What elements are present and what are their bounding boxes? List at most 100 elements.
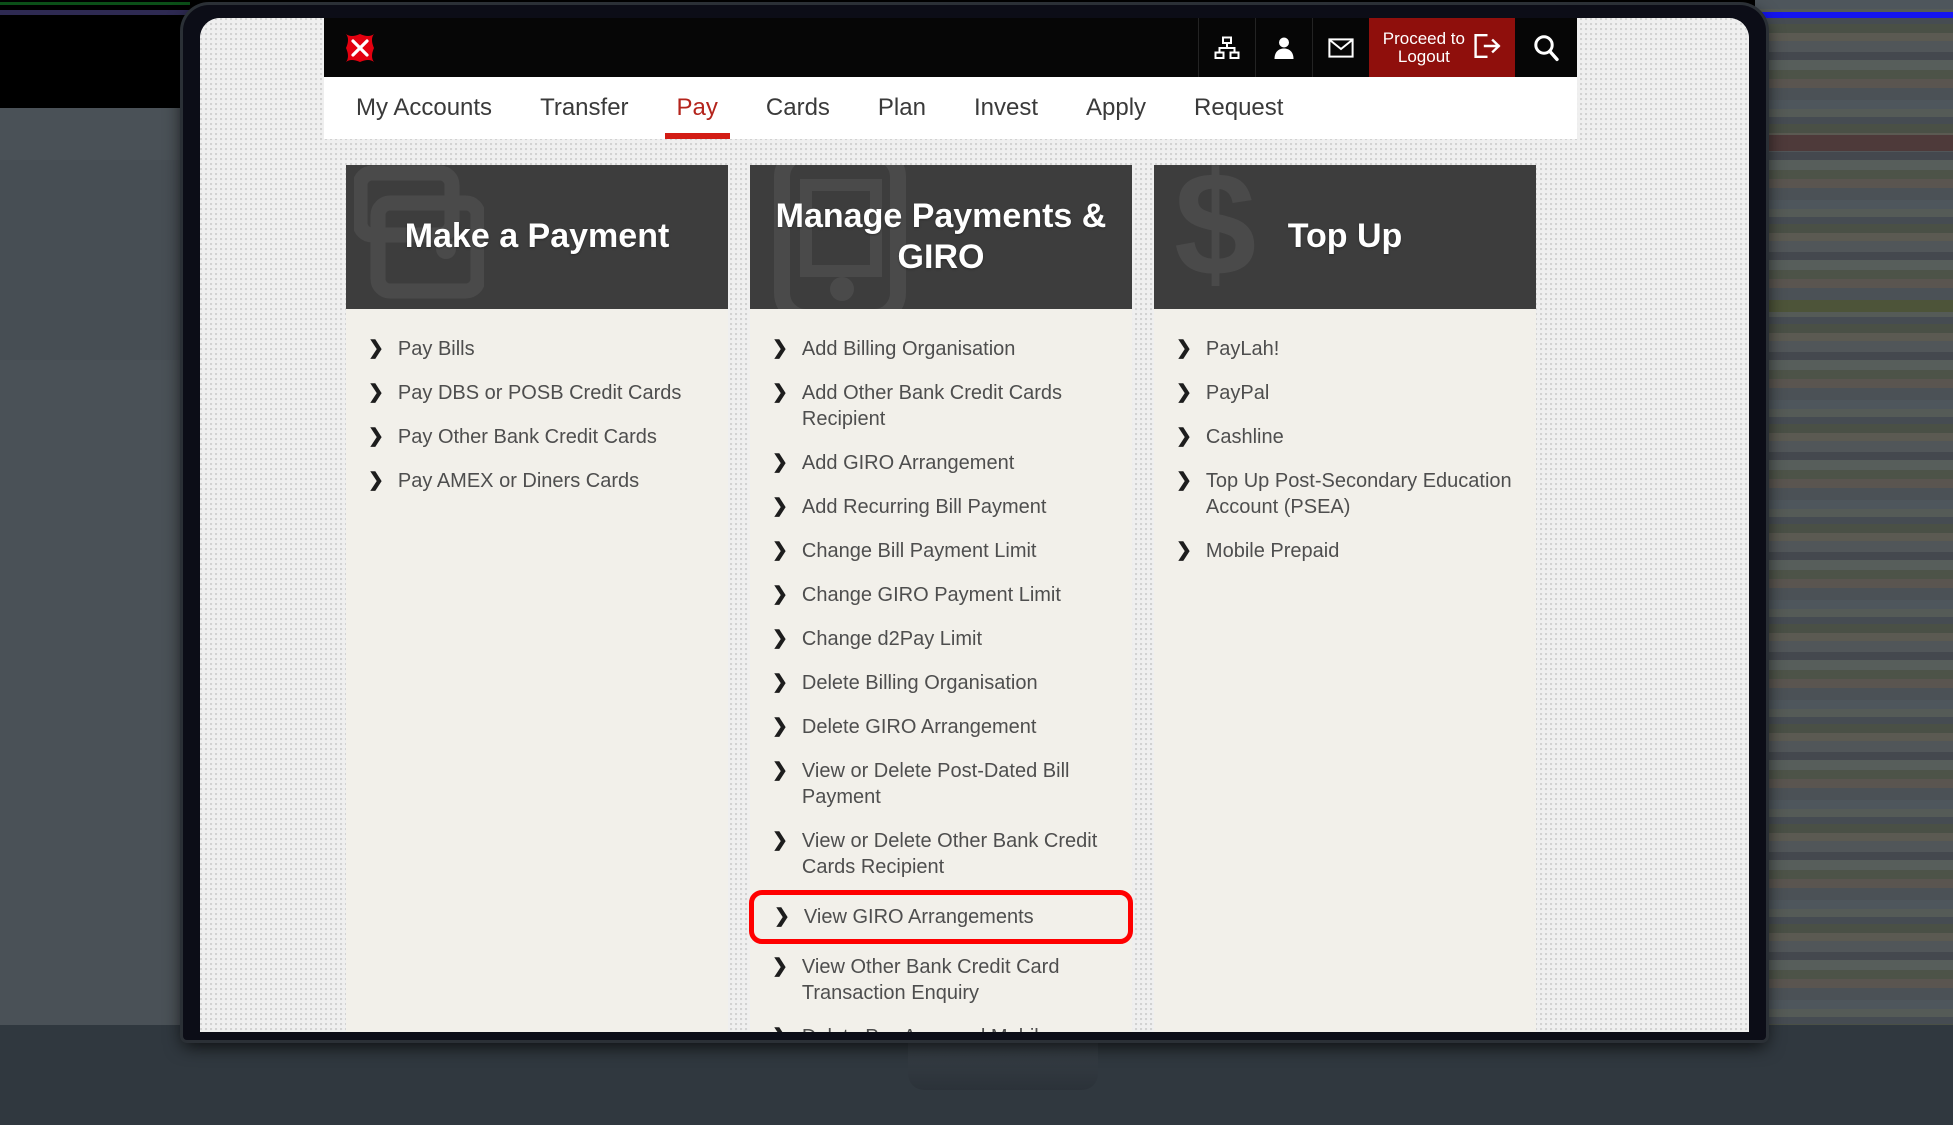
list-item-label: Cashline — [1206, 424, 1518, 450]
list-item-label: Delete Pre-Arranged Mobile Prepaid — [802, 1024, 1114, 1032]
chevron-right-icon: ❯ — [772, 582, 788, 607]
nav-tab-apply[interactable]: Apply — [1062, 77, 1170, 139]
list-item[interactable]: ❯ Change d2Pay Limit — [750, 617, 1132, 661]
list-item[interactable]: ❯ Add GIRO Arrangement — [750, 441, 1132, 485]
list-item[interactable]: ❯ Cashline — [1154, 415, 1536, 459]
chevron-right-icon: ❯ — [368, 468, 384, 493]
column-header-make-a-payment: Make a Payment — [346, 165, 728, 309]
list-item-label: Delete GIRO Arrangement — [802, 714, 1114, 740]
chevron-right-icon: ❯ — [772, 758, 788, 783]
list-item-label: PayLah! — [1206, 336, 1518, 362]
chevron-right-icon: ❯ — [1176, 538, 1192, 563]
column-manage-payments-giro: Manage Payments & GIRO ❯ Add Billing Org… — [750, 165, 1132, 1032]
exit-arrow-icon — [1473, 33, 1501, 63]
list-item-label: View or Delete Post-Dated Bill Payment — [802, 758, 1114, 810]
list-item[interactable]: ❯ Delete Pre-Arranged Mobile Prepaid — [750, 1015, 1132, 1032]
column-title: Manage Payments & GIRO — [750, 196, 1132, 279]
chevron-right-icon: ❯ — [772, 954, 788, 979]
list-item[interactable]: ❯ Delete Billing Organisation — [750, 661, 1132, 705]
dollar-sign-icon: $ — [1174, 165, 1256, 299]
column-top-up: $ Top Up ❯ PayLah! ❯ PayPal ❯ Cashline — [1154, 165, 1536, 1032]
list-item[interactable]: ❯ Add Billing Organisation — [750, 327, 1132, 371]
backdrop-left-gray-band — [0, 160, 190, 360]
backdrop-maroon-stripe — [1757, 135, 1953, 151]
sitemap-icon[interactable] — [1198, 18, 1255, 77]
chevron-right-icon: ❯ — [368, 424, 384, 449]
list-item[interactable]: ❯ Pay Other Bank Credit Cards — [346, 415, 728, 459]
list-item-view-giro-arrangements[interactable]: ❯ View GIRO Arrangements — [752, 893, 1130, 941]
list-item[interactable]: ❯ Change Bill Payment Limit — [750, 529, 1132, 573]
main-navigation: My Accounts Transfer Pay Cards Plan Inve… — [324, 77, 1577, 139]
chevron-right-icon: ❯ — [772, 670, 788, 695]
list-item[interactable]: ❯ View or Delete Other Bank Credit Cards… — [750, 819, 1132, 889]
pay-menu-columns: Make a Payment ❯ Pay Bills ❯ Pay DBS or … — [324, 139, 1577, 1032]
list-item-label: Add Billing Organisation — [802, 336, 1114, 362]
screen-viewport: Proceed to Logout — [200, 18, 1749, 1032]
list-item-label: View Other Bank Credit Card Transaction … — [802, 954, 1114, 1006]
dbs-x-logo-icon[interactable] — [343, 31, 377, 65]
column-links-manage-payments-giro: ❯ Add Billing Organisation ❯ Add Other B… — [750, 309, 1132, 1032]
list-item[interactable]: ❯ Delete GIRO Arrangement — [750, 705, 1132, 749]
backdrop-left-black — [0, 0, 190, 108]
column-make-a-payment: Make a Payment ❯ Pay Bills ❯ Pay DBS or … — [346, 165, 728, 1032]
nav-tab-request[interactable]: Request — [1170, 77, 1307, 139]
banking-app: Proceed to Logout — [324, 18, 1577, 1032]
list-item-label: Add Other Bank Credit Cards Recipient — [802, 380, 1114, 432]
chevron-right-icon: ❯ — [772, 380, 788, 405]
column-title: Top Up — [1274, 216, 1417, 257]
nav-tab-plan[interactable]: Plan — [854, 77, 950, 139]
nav-tab-my-accounts[interactable]: My Accounts — [332, 77, 516, 139]
list-item[interactable]: ❯ Pay Bills — [346, 327, 728, 371]
nav-tab-pay[interactable]: Pay — [653, 77, 742, 139]
chevron-right-icon: ❯ — [368, 336, 384, 361]
monitor-stand — [908, 1035, 1098, 1090]
list-item-label: Change d2Pay Limit — [802, 626, 1114, 652]
nav-tab-cards[interactable]: Cards — [742, 77, 854, 139]
list-item[interactable]: ❯ Change GIRO Payment Limit — [750, 573, 1132, 617]
backdrop-green-stripe — [0, 2, 190, 5]
list-item-label: Delete Billing Organisation — [802, 670, 1114, 696]
list-item-label: Pay AMEX or Diners Cards — [398, 468, 710, 494]
nav-tab-invest[interactable]: Invest — [950, 77, 1062, 139]
chevron-right-icon: ❯ — [772, 1024, 788, 1032]
list-item-label: Mobile Prepaid — [1206, 538, 1518, 564]
chevron-right-icon: ❯ — [772, 626, 788, 651]
chevron-right-icon: ❯ — [1176, 424, 1192, 449]
list-item-label: Pay Bills — [398, 336, 710, 362]
chevron-right-icon: ❯ — [774, 904, 790, 929]
list-item-label: Add Recurring Bill Payment — [802, 494, 1114, 520]
list-item[interactable]: ❯ Pay AMEX or Diners Cards — [346, 459, 728, 503]
chevron-right-icon: ❯ — [1176, 468, 1192, 493]
list-item[interactable]: ❯ Pay DBS or POSB Credit Cards — [346, 371, 728, 415]
backdrop-right-stripes — [1755, 0, 1953, 1125]
list-item-label: Pay Other Bank Credit Cards — [398, 424, 710, 450]
list-item-label: PayPal — [1206, 380, 1518, 406]
proceed-to-logout-button[interactable]: Proceed to Logout — [1369, 18, 1515, 77]
column-header-top-up: $ Top Up — [1154, 165, 1536, 309]
person-icon[interactable] — [1255, 18, 1312, 77]
column-links-make-a-payment: ❯ Pay Bills ❯ Pay DBS or POSB Credit Car… — [346, 309, 728, 503]
list-item[interactable]: ❯ Add Other Bank Credit Cards Recipient — [750, 371, 1132, 441]
search-icon[interactable] — [1515, 18, 1577, 77]
chevron-right-icon: ❯ — [772, 828, 788, 853]
list-item[interactable]: ❯ Mobile Prepaid — [1154, 529, 1536, 573]
chevron-right-icon: ❯ — [772, 714, 788, 739]
list-item[interactable]: ❯ PayPal — [1154, 371, 1536, 415]
chevron-right-icon: ❯ — [772, 538, 788, 563]
nav-tab-transfer[interactable]: Transfer — [516, 77, 652, 139]
list-item[interactable]: ❯ PayLah! — [1154, 327, 1536, 371]
backdrop-purple-stripe — [0, 10, 190, 15]
list-item-label: View GIRO Arrangements — [804, 904, 1112, 930]
backdrop-blue-stripe — [1757, 12, 1953, 18]
chevron-right-icon: ❯ — [772, 494, 788, 519]
list-item[interactable]: ❯ View or Delete Post-Dated Bill Payment — [750, 749, 1132, 819]
list-item[interactable]: ❯ Top Up Post-Secondary Education Accoun… — [1154, 459, 1536, 529]
column-header-manage-payments-giro: Manage Payments & GIRO — [750, 165, 1132, 309]
list-item[interactable]: ❯ Add Recurring Bill Payment — [750, 485, 1132, 529]
list-item[interactable]: ❯ View Other Bank Credit Card Transactio… — [750, 945, 1132, 1015]
chevron-right-icon: ❯ — [1176, 336, 1192, 361]
top-header-bar: Proceed to Logout — [324, 18, 1577, 77]
list-item-label: Change GIRO Payment Limit — [802, 582, 1114, 608]
envelope-icon[interactable] — [1312, 18, 1369, 77]
chevron-right-icon: ❯ — [368, 380, 384, 405]
